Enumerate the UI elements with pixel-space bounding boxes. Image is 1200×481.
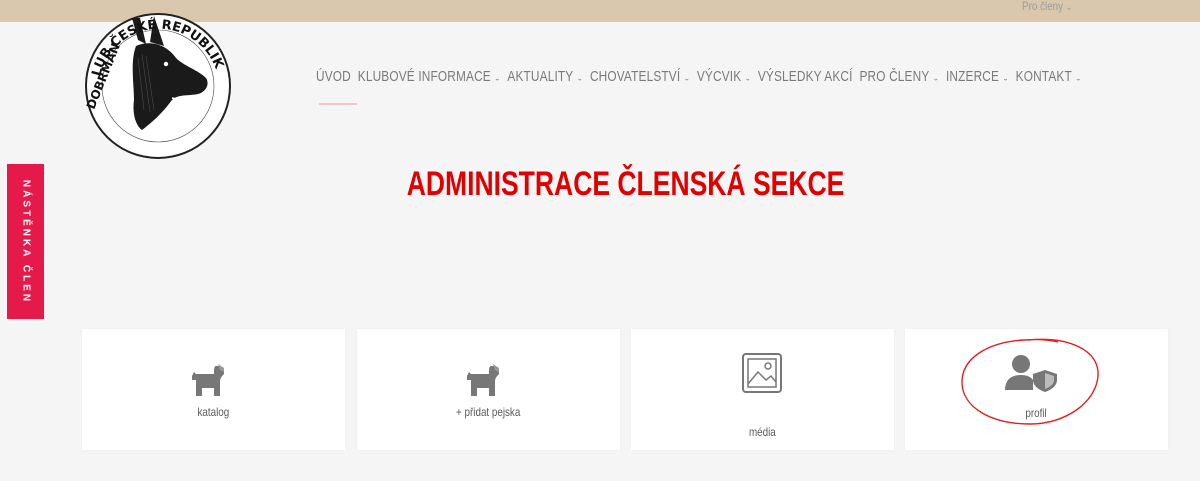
nav-item-label: KONTAKT xyxy=(1015,68,1072,85)
card-label: + přidat pejska xyxy=(456,405,521,419)
nav-active-underline xyxy=(319,103,357,105)
page-title-text: ADMINISTRACE ČLENSKÁ SEKCE xyxy=(407,165,845,203)
card-katalog[interactable]: katalog xyxy=(82,329,345,450)
card-label: katalog xyxy=(197,405,230,419)
nav-item-klubove-informace[interactable]: KLUBOVÉ INFORMACE ⌄ xyxy=(358,68,504,85)
nav-item-vycvik[interactable]: VÝCVIK ⌄ xyxy=(697,68,755,85)
member-board-tab[interactable]: NÁSTĚNKA ČLEN xyxy=(7,164,44,319)
nav-item-label: PRO ČLENY xyxy=(859,68,930,85)
card-media[interactable]: média xyxy=(631,329,894,450)
nav-item-label: VÝSLEDKY AKCÍ xyxy=(757,68,853,85)
nav-item-pro-cleny[interactable]: PRO ČLENY ⌄ xyxy=(859,68,942,85)
nav-item-aktuality[interactable]: AKTUALITY ⌄ xyxy=(507,68,586,85)
nav-item-chovatelstvi[interactable]: CHOVATELSTVÍ ⌄ xyxy=(590,68,693,85)
image-icon xyxy=(742,353,782,393)
nav-item-vysledky-akci[interactable]: VÝSLEDKY AKCÍ xyxy=(758,68,856,85)
nav-item-label: ÚVOD xyxy=(316,68,351,85)
chevron-down-icon: ⌄ xyxy=(1002,74,1010,83)
nav-item-label: KLUBOVÉ INFORMACE xyxy=(357,68,491,85)
nav-item-uvod[interactable]: ÚVOD xyxy=(316,68,354,85)
card-label: profil xyxy=(1025,406,1048,420)
chevron-down-icon: ⌄ xyxy=(683,74,691,83)
members-top-link[interactable]: Pro členy ⌄ xyxy=(1022,0,1072,13)
main-navigation: ÚVOD KLUBOVÉ INFORMACE ⌄ AKTUALITY ⌄ CHOVA… xyxy=(316,68,1196,96)
page-title: ADMINISTRACE ČLENSKÁ SEKCE xyxy=(300,165,952,204)
club-logo[interactable]: KLUB ČESKÉ REPUBLIKY DOBRMAN xyxy=(80,0,236,162)
nav-item-kontakt[interactable]: KONTAKT ⌄ xyxy=(1016,68,1085,85)
nav-item-label: VÝCVIK xyxy=(696,68,742,85)
chevron-down-icon: ⌄ xyxy=(494,74,501,83)
chevron-down-icon: ⌄ xyxy=(1075,74,1082,83)
chevron-down-icon: ⌄ xyxy=(744,74,752,83)
members-top-link-label: Pro členy xyxy=(1021,0,1063,13)
card-label: média xyxy=(749,425,776,439)
dog-icon xyxy=(467,364,499,396)
chevron-down-icon: ⌄ xyxy=(576,74,584,83)
chevron-down-icon: ⌄ xyxy=(1065,2,1072,13)
user-shield-icon xyxy=(1005,355,1057,392)
nav-item-label: CHOVATELSTVÍ xyxy=(589,68,681,85)
member-board-tab-label: NÁSTĚNKA ČLEN xyxy=(20,179,31,304)
chevron-down-icon: ⌄ xyxy=(932,74,940,83)
nav-item-label: INZERCE xyxy=(945,68,1000,85)
nav-item-inzerce[interactable]: INZERCE ⌄ xyxy=(946,68,1012,85)
card-pridat-pejska[interactable]: + přidat pejska xyxy=(357,329,620,450)
dog-icon xyxy=(192,364,224,396)
card-profil[interactable]: profil xyxy=(905,329,1168,450)
nav-item-label: AKTUALITY xyxy=(507,68,574,85)
